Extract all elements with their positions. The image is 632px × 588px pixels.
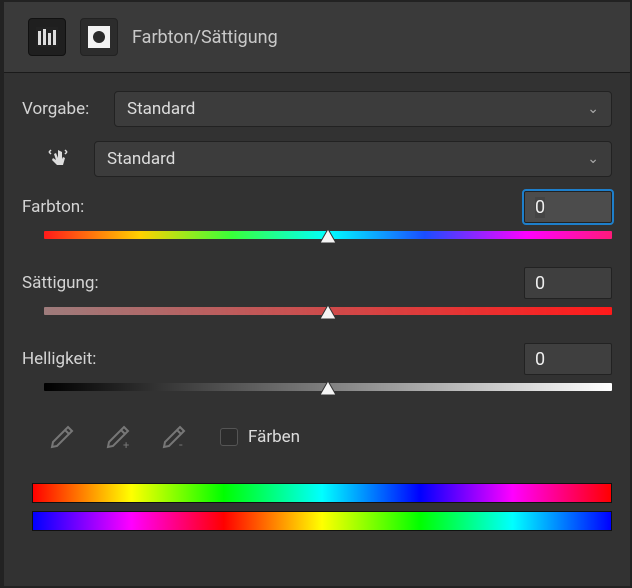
lightness-thumb[interactable] [319,379,337,397]
svg-text:+: + [123,439,129,451]
hue-value-input[interactable]: 0 [524,191,612,223]
mask-icon [88,26,110,48]
lightness-block: Helligkeit: 0 [22,343,612,393]
colorize-checkbox[interactable] [220,428,238,446]
eyedropper-minus-icon[interactable]: - [156,419,192,455]
tools-row: + - Färben [44,419,612,455]
preset-select[interactable]: Standard ⌄ [114,91,612,127]
color-range-bars [32,483,612,531]
panel-title: Farbton/Sättigung [132,27,278,48]
saturation-label: Sättigung: [22,273,122,293]
colorize-option[interactable]: Färben [220,427,300,447]
lightness-value-input[interactable]: 0 [524,343,612,375]
color-bar-output[interactable] [32,511,612,531]
preset-value: Standard [127,99,195,119]
preset-label: Vorgabe: [22,99,114,119]
eyedropper-plus-icon[interactable]: + [100,419,136,455]
color-bar-input[interactable] [32,483,612,503]
chevron-down-icon: ⌄ [587,151,599,167]
colorize-label: Färben [248,427,300,447]
preset-row: Vorgabe: Standard ⌄ [22,91,612,127]
hue-slider[interactable] [44,229,612,241]
saturation-thumb[interactable] [319,303,337,321]
channel-select[interactable]: Standard ⌄ [94,141,612,177]
lightness-slider[interactable] [44,381,612,393]
saturation-slider[interactable] [44,305,612,317]
panel-header: Farbton/Sättigung [4,2,630,73]
saturation-value-input[interactable]: 0 [524,267,612,299]
icon-button-histogram[interactable] [28,18,66,56]
direct-adjust-icon[interactable] [43,144,73,174]
hue-block: Farbton: 0 [22,191,612,241]
channel-row: Standard ⌄ [22,141,612,177]
eyedropper-icon[interactable] [44,419,80,455]
icon-button-mask[interactable] [80,18,118,56]
channel-value: Standard [107,149,175,169]
lightness-label: Helligkeit: [22,349,122,369]
histogram-icon [36,27,58,47]
hue-label: Farbton: [22,197,122,217]
svg-text:-: - [179,438,183,451]
hue-thumb[interactable] [319,227,337,245]
chevron-down-icon: ⌄ [587,101,599,117]
saturation-block: Sättigung: 0 [22,267,612,317]
